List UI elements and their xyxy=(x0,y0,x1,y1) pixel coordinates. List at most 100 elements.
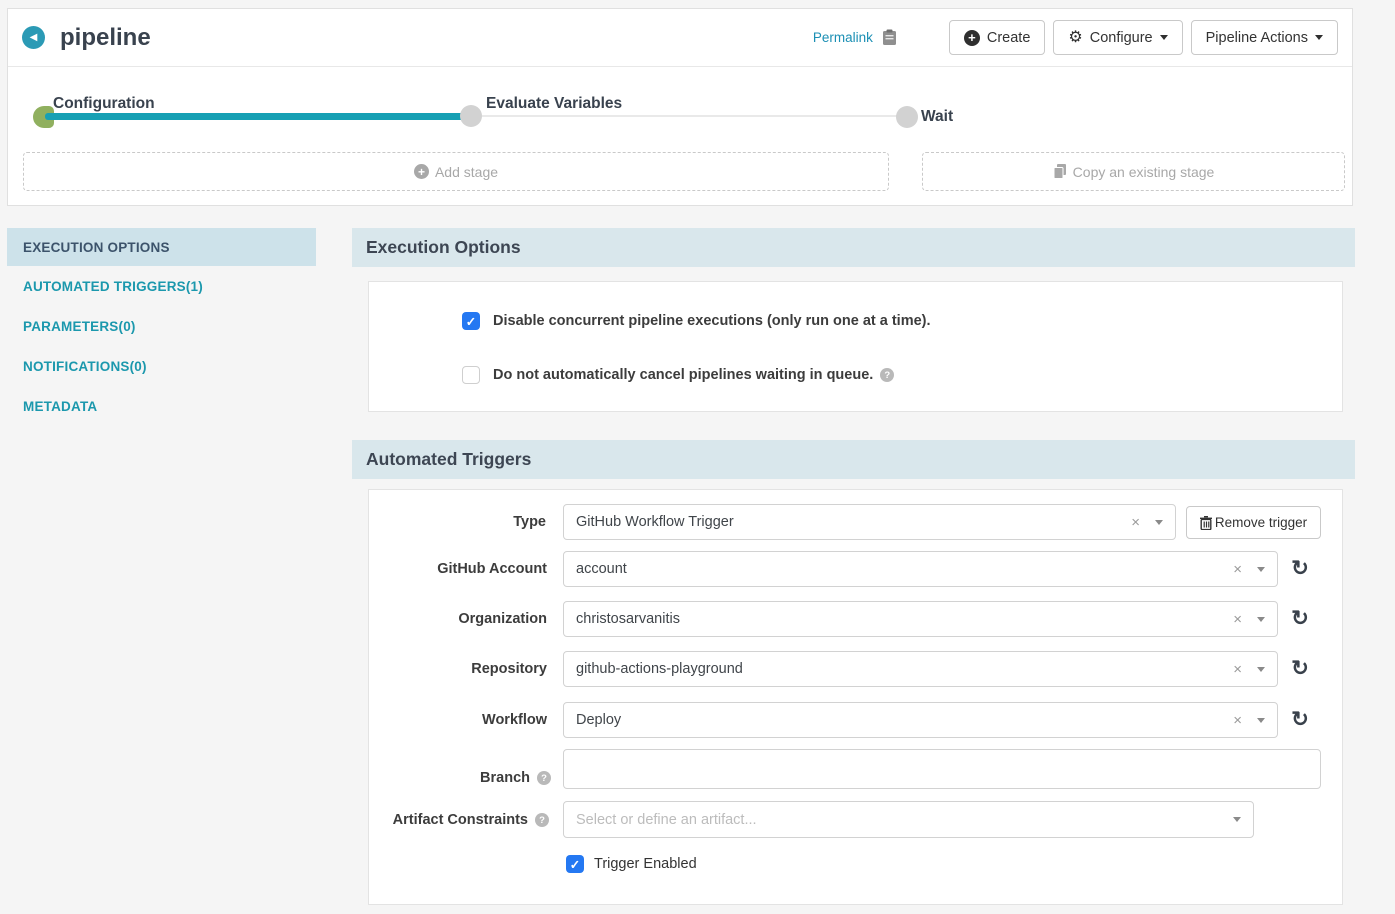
stage-label-evaluate-variables[interactable]: Evaluate Variables xyxy=(486,95,622,113)
execution-options-panel: ✓ Disable concurrent pipeline executions… xyxy=(368,281,1343,412)
clear-icon[interactable]: × xyxy=(1233,713,1242,728)
github-account-value: account xyxy=(576,561,627,577)
add-stage-button[interactable]: + Add stage xyxy=(23,152,889,191)
page-title: pipeline xyxy=(60,24,151,52)
branch-label-row: Branch ? xyxy=(369,770,551,786)
help-glyph: ? xyxy=(884,370,890,381)
trigger-enabled-label: Trigger Enabled xyxy=(594,856,697,872)
trigger-type-value: GitHub Workflow Trigger xyxy=(576,514,734,530)
refresh-icon[interactable]: ↻ xyxy=(1289,558,1311,580)
clipboard-icon[interactable] xyxy=(882,29,897,46)
header-actions: Permalink + Create ⚙ xyxy=(813,20,1338,55)
clear-icon[interactable]: × xyxy=(1233,662,1242,677)
checkbox-unchecked-icon[interactable] xyxy=(462,366,480,384)
organization-select[interactable]: christosarvanitis × xyxy=(563,601,1278,637)
refresh-icon[interactable]: ↻ xyxy=(1289,709,1311,731)
chevron-down-icon xyxy=(1315,35,1323,40)
no-auto-cancel-checkbox-row[interactable]: Do not automatically cancel pipelines wa… xyxy=(462,366,894,384)
help-icon[interactable]: ? xyxy=(535,813,549,827)
refresh-icon[interactable]: ↻ xyxy=(1289,658,1311,680)
no-auto-cancel-label: Do not automatically cancel pipelines wa… xyxy=(493,367,873,383)
plus-glyph: + xyxy=(418,166,425,178)
sidebar-item-execution-options[interactable]: EXECUTION OPTIONS xyxy=(7,228,316,266)
stage-connector xyxy=(482,115,898,117)
permalink-link[interactable]: Permalink xyxy=(813,30,873,45)
back-arrow-glyph: ◀ xyxy=(30,32,38,43)
chevron-down-icon[interactable] xyxy=(1257,667,1265,672)
artifact-constraints-label: Artifact Constraints xyxy=(393,812,528,828)
clear-icon[interactable]: × xyxy=(1233,562,1242,577)
workflow-value: Deploy xyxy=(576,712,621,728)
checkbox-checked-icon[interactable]: ✓ xyxy=(462,312,480,330)
pipeline-header: ◀ pipeline Permalink + Cr xyxy=(8,9,1352,67)
clear-icon[interactable]: × xyxy=(1131,515,1140,530)
help-glyph: ? xyxy=(541,773,547,784)
help-glyph: ? xyxy=(539,815,545,826)
chevron-down-icon[interactable] xyxy=(1257,567,1265,572)
create-button-label: Create xyxy=(987,30,1031,46)
trigger-type-select[interactable]: GitHub Workflow Trigger × xyxy=(563,504,1176,540)
copy-stage-label: Copy an existing stage xyxy=(1073,164,1215,180)
workflow-label: Workflow xyxy=(369,712,547,728)
check-glyph: ✓ xyxy=(570,857,580,872)
checkbox-checked-icon[interactable]: ✓ xyxy=(566,855,584,873)
sidebar-item-parameters[interactable]: PARAMETERS(0) xyxy=(7,306,316,346)
branch-input[interactable] xyxy=(563,749,1321,789)
pipeline-actions-label: Pipeline Actions xyxy=(1206,30,1308,46)
stage-label-wait[interactable]: Wait xyxy=(921,108,953,126)
chevron-down-icon[interactable] xyxy=(1257,718,1265,723)
chevron-down-icon[interactable] xyxy=(1233,817,1241,822)
sidebar-item-metadata[interactable]: METADATA xyxy=(7,386,316,426)
github-account-select[interactable]: account × xyxy=(563,551,1278,587)
gear-icon: ⚙ xyxy=(1068,30,1082,46)
repository-label: Repository xyxy=(369,661,547,677)
artifact-constraints-label-row: Artifact Constraints ? xyxy=(369,812,549,828)
pipeline-actions-button[interactable]: Pipeline Actions xyxy=(1191,20,1338,55)
repository-value: github-actions-playground xyxy=(576,661,743,677)
remove-trigger-label: Remove trigger xyxy=(1215,515,1307,530)
create-button[interactable]: + Create xyxy=(949,20,1046,55)
back-arrow-icon[interactable]: ◀ xyxy=(22,26,45,49)
copy-icon xyxy=(1053,164,1067,179)
config-sidebar: EXECUTION OPTIONS AUTOMATED TRIGGERS(1) … xyxy=(7,228,316,426)
plus-circle-icon: + xyxy=(414,164,429,179)
branch-label: Branch xyxy=(480,770,530,786)
disable-concurrent-label: Disable concurrent pipeline executions (… xyxy=(493,313,931,329)
check-glyph: ✓ xyxy=(466,314,476,329)
chevron-down-icon[interactable] xyxy=(1257,617,1265,622)
refresh-icon[interactable]: ↻ xyxy=(1289,608,1311,630)
sidebar-item-notifications[interactable]: NOTIFICATIONS(0) xyxy=(7,346,316,386)
organization-value: christosarvanitis xyxy=(576,611,680,627)
disable-concurrent-checkbox-row[interactable]: ✓ Disable concurrent pipeline executions… xyxy=(462,312,931,330)
chevron-down-icon[interactable] xyxy=(1155,520,1163,525)
automated-triggers-panel: Type GitHub Workflow Trigger × Remove tr… xyxy=(368,489,1343,905)
sidebar-item-automated-triggers[interactable]: AUTOMATED TRIGGERS(1) xyxy=(7,266,316,306)
workflow-select[interactable]: Deploy × xyxy=(563,702,1278,738)
artifact-constraints-placeholder: Select or define an artifact... xyxy=(576,812,757,828)
chevron-down-icon xyxy=(1160,35,1168,40)
automated-triggers-heading: Automated Triggers xyxy=(352,440,1355,479)
help-icon[interactable]: ? xyxy=(537,771,551,785)
pipeline-header-card: ◀ pipeline Permalink + Cr xyxy=(7,8,1353,206)
add-stage-label: Add stage xyxy=(435,164,498,180)
artifact-constraints-select[interactable]: Select or define an artifact... xyxy=(563,801,1254,838)
repository-select[interactable]: github-actions-playground × xyxy=(563,651,1278,687)
stage-node-wait[interactable] xyxy=(896,106,918,128)
stage-label-configuration[interactable]: Configuration xyxy=(53,95,155,113)
help-icon[interactable]: ? xyxy=(880,368,894,382)
trigger-enabled-row[interactable]: ✓ Trigger Enabled xyxy=(566,855,697,873)
execution-options-heading: Execution Options xyxy=(352,228,1355,267)
configure-button-label: Configure xyxy=(1090,30,1153,46)
plus-circle-icon: + xyxy=(964,30,980,46)
trash-icon xyxy=(1200,516,1212,530)
stage-node-evaluate-variables[interactable] xyxy=(460,105,482,127)
configure-button[interactable]: ⚙ Configure xyxy=(1053,20,1182,55)
organization-label: Organization xyxy=(369,611,547,627)
remove-trigger-button[interactable]: Remove trigger xyxy=(1186,506,1321,539)
clear-icon[interactable]: × xyxy=(1233,612,1242,627)
pipeline-config-screen: ◀ pipeline Permalink + Cr xyxy=(0,0,1395,914)
github-account-label: GitHub Account xyxy=(369,561,547,577)
type-label: Type xyxy=(369,514,546,530)
copy-existing-stage-button[interactable]: Copy an existing stage xyxy=(922,152,1345,191)
stage-connector-active xyxy=(45,113,473,120)
